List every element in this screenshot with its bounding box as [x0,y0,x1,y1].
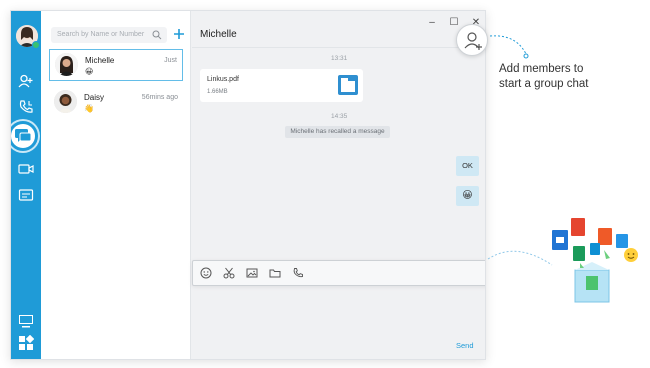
composer-toolbar [192,260,485,286]
chat-nav-active[interactable] [11,121,38,151]
message-bubble-emoji[interactable]: 😀 [456,186,479,206]
app-window: Search by Name or Number Michelle Just 😀 [10,10,486,360]
minimize-button[interactable]: – [426,17,438,29]
add-user-icon [464,32,482,50]
add-members-button[interactable] [456,24,488,56]
search-input[interactable]: Search by Name or Number [51,27,167,43]
header-divider [192,47,485,48]
chat-icon [15,129,32,142]
phone-icon[interactable] [292,267,304,279]
emoji-icon[interactable] [200,267,212,279]
new-chat-add-icon[interactable] [172,27,186,41]
contact-name: Michelle [85,56,115,65]
search-icon[interactable] [152,30,162,40]
callout-line: Add members to [499,63,584,75]
apps-icon[interactable] [18,335,34,351]
contact-avatar [54,90,77,113]
folder-icon[interactable] [269,267,281,279]
timestamp: 14:35 [331,113,348,120]
folder-file-icon [338,75,358,95]
contacts-panel: Search by Name or Number Michelle Just 😀 [41,11,191,359]
callout-line: start a group chat [499,78,589,90]
file-size: 1.66MB [207,89,228,95]
contact-item-michelle[interactable]: Michelle Just 😀 [49,49,183,81]
send-button[interactable]: Send [456,341,474,350]
contact-last-message: 😀 [85,67,94,76]
message-bubble-ok[interactable]: OK [456,156,479,176]
contact-time: 56mins ago [141,94,178,101]
scissors-icon[interactable] [223,267,235,279]
contact-time: Just [164,57,177,64]
contact-avatar [55,53,78,76]
recall-notice: Michelle has recalled a message [285,126,390,138]
online-status-icon [32,41,40,49]
calls-icon[interactable] [18,99,34,115]
monitor-icon[interactable] [18,313,34,329]
video-icon[interactable] [18,161,34,177]
card-icon[interactable] [18,187,34,203]
contact-item-daisy[interactable]: Daisy 56mins ago 👋 [49,87,183,119]
search-placeholder: Search by Name or Number [57,31,145,38]
contact-name: Daisy [84,93,105,102]
left-nav-bar [11,11,41,359]
image-icon[interactable] [246,267,258,279]
contacts-icon[interactable] [18,73,34,89]
chat-pane: Michelle – ☐ ✕ 13:31 Linkus.pdf 1.66MB 1… [192,11,485,359]
file-message[interactable]: Linkus.pdf 1.66MB [200,69,363,102]
callout-text: Add members to start a group chat [499,62,589,92]
file-name: Linkus.pdf [207,76,239,83]
timestamp: 13:31 [331,55,348,62]
file-sharing-illustration-icon [552,218,638,303]
contact-last-message: 👋 [84,104,94,113]
chat-title: Michelle [200,29,237,40]
